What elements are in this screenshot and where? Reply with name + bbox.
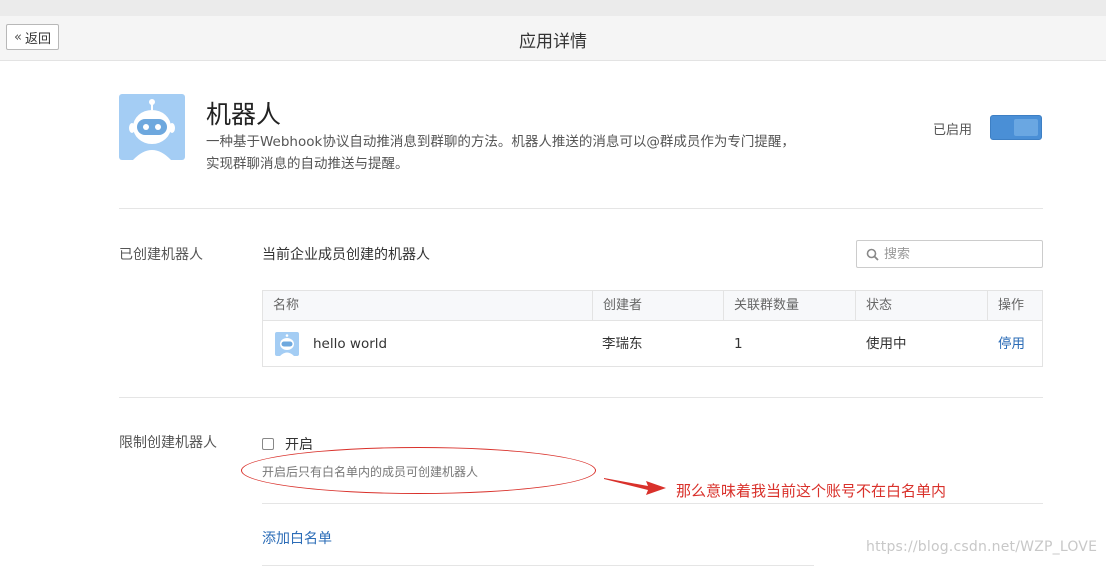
robot-avatar-icon — [275, 332, 299, 356]
top-strip — [0, 0, 1106, 16]
section-label-restrict: 限制创建机器人 — [119, 435, 217, 451]
app-desc-line1: 一种基于Webhook协议自动推消息到群聊的方法。机器人推送的消息可以@群成员作… — [206, 134, 795, 150]
divider — [119, 208, 1043, 209]
restrict-checkbox[interactable] — [262, 438, 274, 450]
divider — [119, 397, 1043, 398]
annotation-arrow-icon — [604, 478, 666, 495]
search-input[interactable] — [884, 246, 1024, 262]
page-title: 应用详情 — [519, 32, 587, 52]
robots-table: 名称 创建者 关联群数量 状态 操作 hello world 李瑞东 1 使用中… — [262, 290, 1043, 367]
col-group-count: 关联群数量 — [723, 291, 799, 320]
col-actions: 操作 — [987, 291, 1024, 320]
search-icon — [866, 248, 879, 261]
header-bar: « 返回 应用详情 — [0, 16, 1106, 61]
section-title: 当前企业成员创建的机器人 — [262, 247, 430, 263]
divider — [262, 503, 1043, 504]
col-status: 状态 — [855, 291, 892, 320]
annotation-ellipse — [241, 447, 596, 494]
robot-app-icon — [119, 94, 185, 160]
status-label: 已启用 — [933, 123, 973, 138]
annotation-text: 那么意味着我当前这个账号不在白名单内 — [676, 482, 947, 500]
search-box[interactable] — [856, 240, 1043, 268]
col-creator: 创建者 — [592, 291, 642, 320]
add-whitelist-link[interactable]: 添加白名单 — [262, 528, 332, 548]
table-row: hello world 李瑞东 1 使用中 停用 — [263, 321, 1042, 367]
toggle-knob — [1014, 119, 1038, 136]
col-name: 名称 — [273, 298, 300, 313]
app-desc-line2: 实现群聊消息的自动推送与提醒。 — [206, 156, 409, 172]
section-label-created: 已创建机器人 — [119, 247, 203, 263]
enable-toggle[interactable] — [990, 115, 1042, 140]
disable-button[interactable]: 停用 — [998, 321, 1025, 367]
robot-name: hello world — [313, 336, 388, 352]
app-name: 机器人 — [206, 100, 282, 129]
table-header: 名称 创建者 关联群数量 状态 操作 — [263, 291, 1042, 321]
app-description: 一种基于Webhook协议自动推消息到群聊的方法。机器人推送的消息可以@群成员作… — [206, 131, 896, 175]
robot-status: 使用中 — [866, 336, 907, 352]
robot-group-count: 1 — [734, 336, 743, 352]
robot-creator: 李瑞东 — [602, 336, 643, 352]
watermark: https://blog.csdn.net/WZP_LOVE — [866, 539, 1098, 555]
restrict-toggle[interactable]: 开启 — [262, 434, 313, 454]
